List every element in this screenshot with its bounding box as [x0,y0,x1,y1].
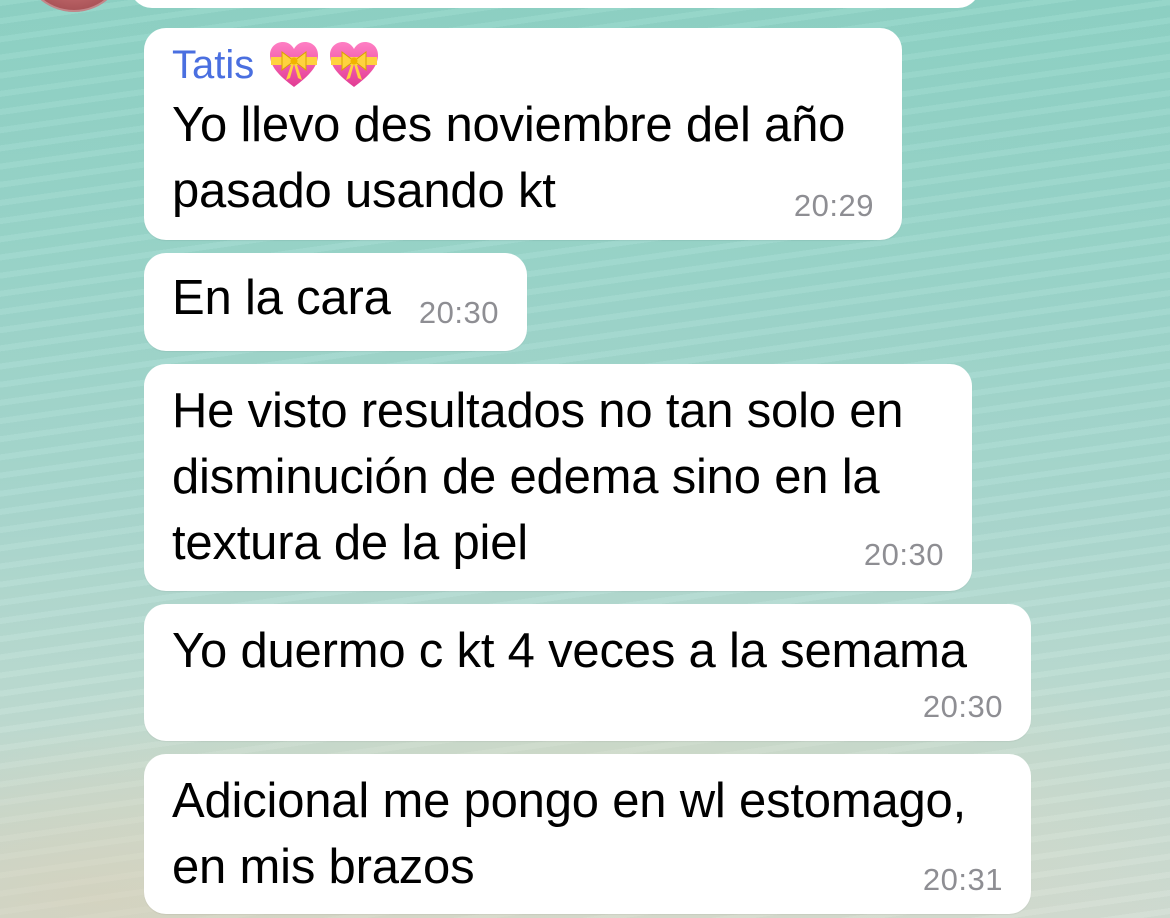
message-bubble[interactable]: He visto resultados no tan solo en dismi… [144,364,972,591]
message-line: textura de la piel [172,516,528,570]
heart-with-ribbon-icon [270,42,319,87]
message-line: En la cara [172,271,391,325]
message-line: Yo duermo c kt 4 veces a la semama [172,624,967,678]
message-line: en mis brazos [172,840,475,894]
message-bubble[interactable]: Yo duermo c kt 4 veces a la semama 20:30 [144,604,1031,741]
message-line: pasado usando kt [172,164,556,218]
message-text: He visto resultados no tan solo en dismi… [172,364,944,576]
message-text: Yo duermo c kt 4 veces a la semama [172,604,1003,684]
message-text: Yo llevo des noviembre del año pasado us… [172,92,874,224]
sender-row: Tatis [172,30,874,100]
sender-name[interactable]: Tatis [172,43,254,88]
message-bubble[interactable]: En la cara 20:30 [144,253,527,351]
previous-message-bubble[interactable] [130,0,980,8]
message-line: He visto resultados no tan solo en [172,384,904,438]
message-timestamp: 20:31 [922,862,1003,897]
message-timestamp: 20:30 [863,537,944,572]
message-text: En la cara [172,265,391,331]
message-bubble[interactable]: Tatis Yo llevo des noviembre del año pas… [144,28,902,240]
message-line: Adicional me pongo en wl estomago, [172,774,967,828]
message-text: Adicional me pongo en wl estomago, en mi… [172,754,1003,900]
avatar[interactable] [22,0,126,12]
message-timestamp: 20:29 [793,188,874,223]
message-bubble[interactable]: Adicional me pongo en wl estomago, en mi… [144,754,1031,914]
message-line: Yo llevo des noviembre del año [172,98,846,152]
heart-with-ribbon-icon [330,42,379,87]
message-timestamp: 20:30 [418,295,499,330]
message-line: disminución de edema sino en la [172,450,880,504]
message-timestamp: 20:30 [922,689,1003,724]
